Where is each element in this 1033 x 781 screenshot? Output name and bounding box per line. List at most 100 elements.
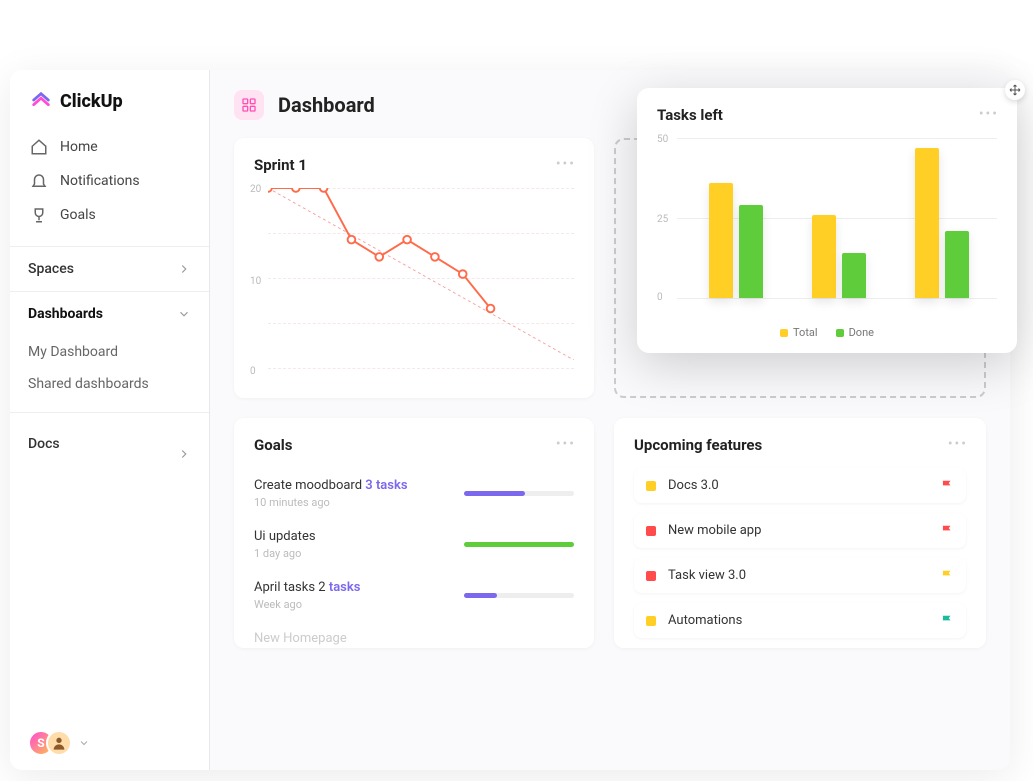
- tasks-ytick-50: 50: [657, 134, 668, 145]
- clickup-logo-icon: [30, 90, 52, 112]
- avatar-stack[interactable]: S: [28, 730, 72, 756]
- goals-list: Create moodboard 3 tasks10 minutes agoUi…: [254, 468, 574, 648]
- bar-total: [812, 215, 836, 298]
- nav-notifications[interactable]: Notifications: [28, 164, 191, 198]
- chevron-right-icon: [177, 447, 191, 461]
- goal-time: 1 day ago: [254, 547, 316, 560]
- feature-item[interactable]: New mobile app: [634, 513, 966, 548]
- sprint-more-icon[interactable]: •••: [556, 156, 576, 172]
- legend-total: Total: [780, 326, 818, 339]
- bell-icon: [30, 172, 48, 190]
- trophy-icon: [30, 206, 48, 224]
- sprint-chart: 20 10 0: [254, 188, 574, 378]
- tasks-ytick-25: 25: [657, 214, 668, 225]
- goals-card: Goals ••• Create moodboard 3 tasks10 min…: [234, 418, 594, 648]
- section-docs: Docs: [10, 412, 209, 475]
- legend-done: Done: [836, 326, 874, 339]
- bar-done: [945, 231, 969, 298]
- flag-icon: [940, 569, 954, 583]
- feature-item[interactable]: Automations: [634, 603, 966, 638]
- section-docs-header[interactable]: Docs: [10, 413, 209, 475]
- bar-done: [842, 253, 866, 298]
- section-spaces: Spaces: [10, 246, 209, 291]
- feature-label: Task view 3.0: [668, 568, 746, 583]
- tasks-bars: [685, 138, 993, 298]
- sprint-burndown-svg: [268, 188, 574, 360]
- sprint-ytick-20: 20: [250, 184, 261, 195]
- section-docs-label: Docs: [28, 436, 60, 452]
- bar-group: [915, 148, 969, 298]
- section-dashboards: Dashboards My Dashboard Shared dashboard…: [10, 291, 209, 412]
- bar-done: [739, 205, 763, 298]
- goals-more-icon[interactable]: •••: [556, 436, 576, 452]
- nav-primary: Home Notifications Goals: [10, 130, 209, 246]
- goal-progress-bar: [464, 593, 574, 598]
- goal-item[interactable]: Ui updates 1 day ago: [254, 519, 574, 570]
- goal-label: New Homepage: [254, 631, 347, 646]
- dashboards-children: My Dashboard Shared dashboards: [10, 336, 209, 412]
- tasks-ytick-0: 0: [657, 292, 663, 303]
- goal-item[interactable]: New Homepage: [254, 621, 574, 648]
- tasks-left-card[interactable]: Tasks left ••• 50 25 0 Total Done: [637, 88, 1017, 353]
- goal-label: Create moodboard 3 tasks: [254, 478, 408, 493]
- feature-status-icon: [646, 571, 656, 581]
- goal-label: April tasks 2 tasks: [254, 580, 360, 595]
- feature-item[interactable]: Docs 3.0: [634, 468, 966, 503]
- upcoming-title: Upcoming features: [634, 436, 966, 454]
- sprint-ytick-0: 0: [250, 366, 256, 377]
- goal-label: Ui updates: [254, 529, 316, 544]
- flag-icon: [940, 524, 954, 538]
- sprint-title: Sprint 1: [254, 156, 574, 174]
- tasks-legend: Total Done: [657, 326, 997, 339]
- goal-time: Week ago: [254, 598, 360, 611]
- dashboard-icon: [234, 90, 264, 120]
- upcoming-card: Upcoming features ••• Docs 3.0 New mobile…: [614, 418, 986, 648]
- section-spaces-label: Spaces: [28, 261, 74, 277]
- section-dashboards-label: Dashboards: [28, 306, 103, 322]
- nav-shared-dashboards[interactable]: Shared dashboards: [28, 368, 191, 400]
- section-spaces-header[interactable]: Spaces: [10, 247, 209, 291]
- brand-logo[interactable]: ClickUp: [10, 70, 209, 130]
- goal-progress-bar: [464, 542, 574, 547]
- nav-goals[interactable]: Goals: [28, 198, 191, 232]
- feature-label: New mobile app: [668, 523, 761, 538]
- flag-icon: [940, 479, 954, 493]
- bar-group: [812, 215, 866, 298]
- feature-status-icon: [646, 526, 656, 536]
- nav-notifications-label: Notifications: [60, 173, 140, 189]
- nav-home[interactable]: Home: [28, 130, 191, 164]
- bar-group: [709, 183, 763, 298]
- nav-home-label: Home: [60, 139, 98, 155]
- tasks-left-title: Tasks left: [657, 106, 997, 124]
- nav-goals-label: Goals: [60, 207, 96, 223]
- sprint-ytick-10: 10: [250, 276, 261, 287]
- tasks-left-more-icon[interactable]: •••: [979, 106, 999, 122]
- bar-total: [709, 183, 733, 298]
- upcoming-list: Docs 3.0 New mobile app Task view 3.0 Autom…: [634, 468, 966, 638]
- brand-name: ClickUp: [60, 91, 123, 112]
- feature-label: Docs 3.0: [668, 478, 719, 493]
- tasks-left-chart: 50 25 0: [657, 138, 997, 318]
- nav-my-dashboard[interactable]: My Dashboard: [28, 336, 191, 368]
- chevron-right-icon: [177, 262, 191, 276]
- sidebar: ClickUp Home Notifications Goals Spaces: [10, 70, 210, 770]
- upcoming-more-icon[interactable]: •••: [948, 436, 968, 452]
- chevron-down-icon: [177, 307, 191, 321]
- flag-icon: [940, 614, 954, 628]
- goal-item[interactable]: Create moodboard 3 tasks10 minutes ago: [254, 468, 574, 519]
- home-icon: [30, 138, 48, 156]
- sprint-card: Sprint 1 ••• 20 10 0: [234, 138, 594, 398]
- drag-handle-icon[interactable]: [1009, 84, 1021, 96]
- goal-progress-bar: [464, 491, 574, 496]
- feature-label: Automations: [668, 613, 742, 628]
- feature-status-icon: [646, 616, 656, 626]
- sidebar-footer: S: [10, 716, 209, 770]
- avatar-photo: [46, 730, 72, 756]
- bar-total: [915, 148, 939, 298]
- feature-status-icon: [646, 481, 656, 491]
- account-dropdown-icon[interactable]: [78, 737, 90, 749]
- goals-title: Goals: [254, 436, 574, 454]
- feature-item[interactable]: Task view 3.0: [634, 558, 966, 593]
- goal-item[interactable]: April tasks 2 tasks Week ago: [254, 570, 574, 621]
- section-dashboards-header[interactable]: Dashboards: [10, 292, 209, 336]
